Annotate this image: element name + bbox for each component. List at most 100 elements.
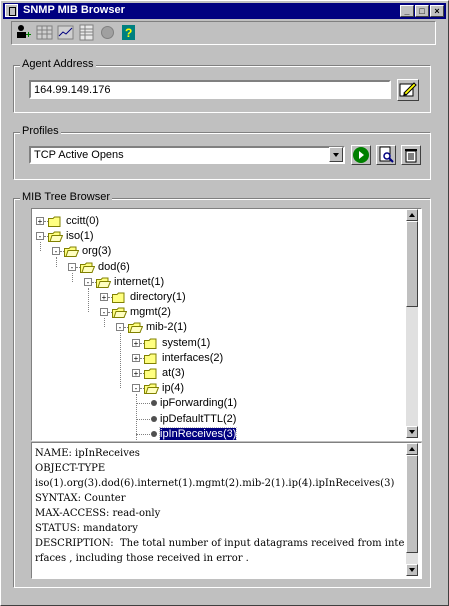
leaf-node-icon bbox=[151, 415, 157, 422]
expand-icon[interactable]: + bbox=[132, 369, 140, 378]
leaf-node-icon bbox=[151, 430, 157, 437]
grid-tool[interactable] bbox=[36, 24, 53, 41]
tree-node[interactable]: internet(1) bbox=[114, 276, 164, 289]
description-text: NAME: ipInReceives OBJECT-TYPE iso(1).or… bbox=[32, 443, 405, 566]
tree-node[interactable]: directory(1) bbox=[130, 291, 186, 304]
description-line: STATUS: mandatory bbox=[35, 523, 138, 534]
description-scroll-down-button[interactable] bbox=[406, 564, 418, 576]
tree-node[interactable]: iso(1) bbox=[66, 230, 94, 243]
tree-guide-line bbox=[40, 242, 41, 252]
mib-tree[interactable]: + ccitt(0) - iso(1) - org(3) - dod(6) - internet(… bbox=[31, 208, 422, 441]
edit-icon bbox=[399, 82, 417, 97]
tree-node[interactable]: system(1) bbox=[162, 337, 210, 350]
user-add-icon bbox=[17, 25, 31, 38]
folder-icon bbox=[144, 338, 157, 349]
run-profile-button[interactable] bbox=[351, 145, 371, 165]
object-description[interactable]: NAME: ipInReceives OBJECT-TYPE iso(1).or… bbox=[31, 442, 422, 579]
description-line: OBJECT-TYPE bbox=[35, 463, 106, 474]
arrow-up-icon bbox=[409, 213, 415, 217]
arrow-down-icon bbox=[409, 430, 415, 434]
description-vertical-scrollbar[interactable] bbox=[406, 443, 418, 576]
agent-address-input[interactable]: 164.99.149.176 bbox=[29, 80, 391, 99]
agent-address-label: Agent Address bbox=[20, 58, 96, 70]
circle-icon bbox=[101, 26, 114, 39]
mib-tree-label: MIB Tree Browser bbox=[20, 191, 113, 203]
tree-scroll-up-button[interactable] bbox=[406, 209, 418, 221]
window-title: SNMP MIB Browser bbox=[23, 4, 125, 16]
add-agent-tool[interactable] bbox=[15, 24, 32, 41]
expand-icon[interactable]: + bbox=[132, 338, 140, 347]
description-line: iso(1).org(3).dod(6).internet(1).mgmt(2)… bbox=[35, 478, 395, 489]
edit-agent-button[interactable] bbox=[397, 79, 419, 101]
collapse-icon[interactable]: - bbox=[52, 247, 60, 256]
description-line: SYNTAX: Counter bbox=[35, 493, 126, 504]
mib-browser-window: SNMP MIB Browser _ □ × ? Agent Address 1… bbox=[0, 0, 449, 606]
view-profile-button[interactable] bbox=[376, 145, 396, 165]
table-tool[interactable] bbox=[78, 24, 95, 41]
disabled-tool[interactable] bbox=[99, 24, 116, 41]
tree-guide-line bbox=[72, 272, 73, 282]
tree-node[interactable]: ipInReceives(3) bbox=[158, 426, 238, 440]
leaf-node-icon bbox=[151, 400, 157, 407]
trash-icon bbox=[405, 149, 417, 163]
profiles-dropdown-button[interactable] bbox=[329, 147, 343, 162]
collapse-icon[interactable]: - bbox=[116, 323, 124, 332]
title-bar[interactable]: SNMP MIB Browser _ □ × bbox=[3, 3, 446, 19]
tree-node[interactable]: org(3) bbox=[82, 245, 111, 258]
close-button[interactable]: × bbox=[430, 5, 444, 17]
tree-node[interactable]: ccitt(0) bbox=[66, 215, 99, 228]
tree-node[interactable]: interfaces(2) bbox=[162, 352, 223, 365]
folder-open-icon bbox=[128, 322, 143, 334]
description-scroll-up-button[interactable] bbox=[406, 443, 418, 455]
maximize-button[interactable]: □ bbox=[415, 5, 429, 17]
tree-connector bbox=[136, 418, 150, 420]
tree-node[interactable]: at(3) bbox=[162, 367, 185, 380]
help-tool[interactable]: ? bbox=[120, 24, 137, 41]
minimize-button[interactable]: _ bbox=[400, 5, 414, 17]
tree-node[interactable]: ipDefaultTTL(2) bbox=[160, 413, 236, 426]
folder-icon bbox=[144, 368, 157, 379]
tree-vertical-scrollbar[interactable] bbox=[406, 209, 418, 438]
graph-icon bbox=[57, 25, 74, 40]
collapse-icon[interactable]: - bbox=[68, 262, 76, 271]
tree-guide-line bbox=[56, 257, 57, 267]
svg-text:?: ? bbox=[125, 26, 132, 40]
profiles-label: Profiles bbox=[20, 125, 61, 137]
profiles-selected-value: TCP Active Opens bbox=[34, 149, 124, 161]
expand-icon[interactable]: + bbox=[36, 217, 44, 226]
description-line: MAX-ACCESS: read-only bbox=[35, 508, 161, 519]
collapse-icon[interactable]: - bbox=[36, 232, 44, 241]
help-icon: ? bbox=[122, 25, 135, 40]
tree-node[interactable]: ip(4) bbox=[162, 382, 184, 395]
tree-node[interactable]: ipForwarding(1) bbox=[160, 397, 237, 410]
folder-open-icon bbox=[64, 246, 79, 258]
expand-icon[interactable]: + bbox=[100, 293, 108, 302]
expand-icon[interactable]: + bbox=[132, 353, 140, 362]
collapse-icon[interactable]: - bbox=[132, 384, 140, 393]
folder-icon bbox=[112, 292, 125, 303]
description-scroll-thumb[interactable] bbox=[406, 455, 418, 553]
tree-scroll-thumb[interactable] bbox=[406, 221, 418, 307]
chevron-down-icon bbox=[333, 153, 339, 157]
description-line: NAME: ipInReceives bbox=[35, 448, 140, 459]
folder-icon bbox=[48, 216, 61, 227]
graph-tool[interactable] bbox=[57, 24, 74, 41]
toolbar: ? bbox=[11, 21, 436, 45]
collapse-icon[interactable]: - bbox=[100, 308, 108, 317]
document-search-icon bbox=[379, 146, 394, 163]
tree-connector bbox=[136, 433, 150, 435]
folder-open-icon bbox=[112, 307, 127, 319]
tree-guide-line bbox=[136, 394, 137, 440]
collapse-icon[interactable]: - bbox=[84, 277, 92, 286]
delete-profile-button[interactable] bbox=[401, 145, 421, 165]
play-icon bbox=[353, 147, 369, 163]
tree-node[interactable]: mib-2(1) bbox=[146, 321, 187, 334]
folder-open-icon bbox=[96, 277, 111, 288]
folder-open-icon bbox=[144, 383, 159, 395]
folder-open-icon bbox=[80, 262, 95, 273]
tree-scroll-down-button[interactable] bbox=[406, 426, 418, 438]
tree-node[interactable]: mgmt(2) bbox=[130, 306, 171, 319]
profiles-select[interactable]: TCP Active Opens bbox=[29, 146, 345, 164]
tree-guide-line bbox=[88, 287, 89, 313]
tree-node[interactable]: dod(6) bbox=[98, 261, 130, 274]
